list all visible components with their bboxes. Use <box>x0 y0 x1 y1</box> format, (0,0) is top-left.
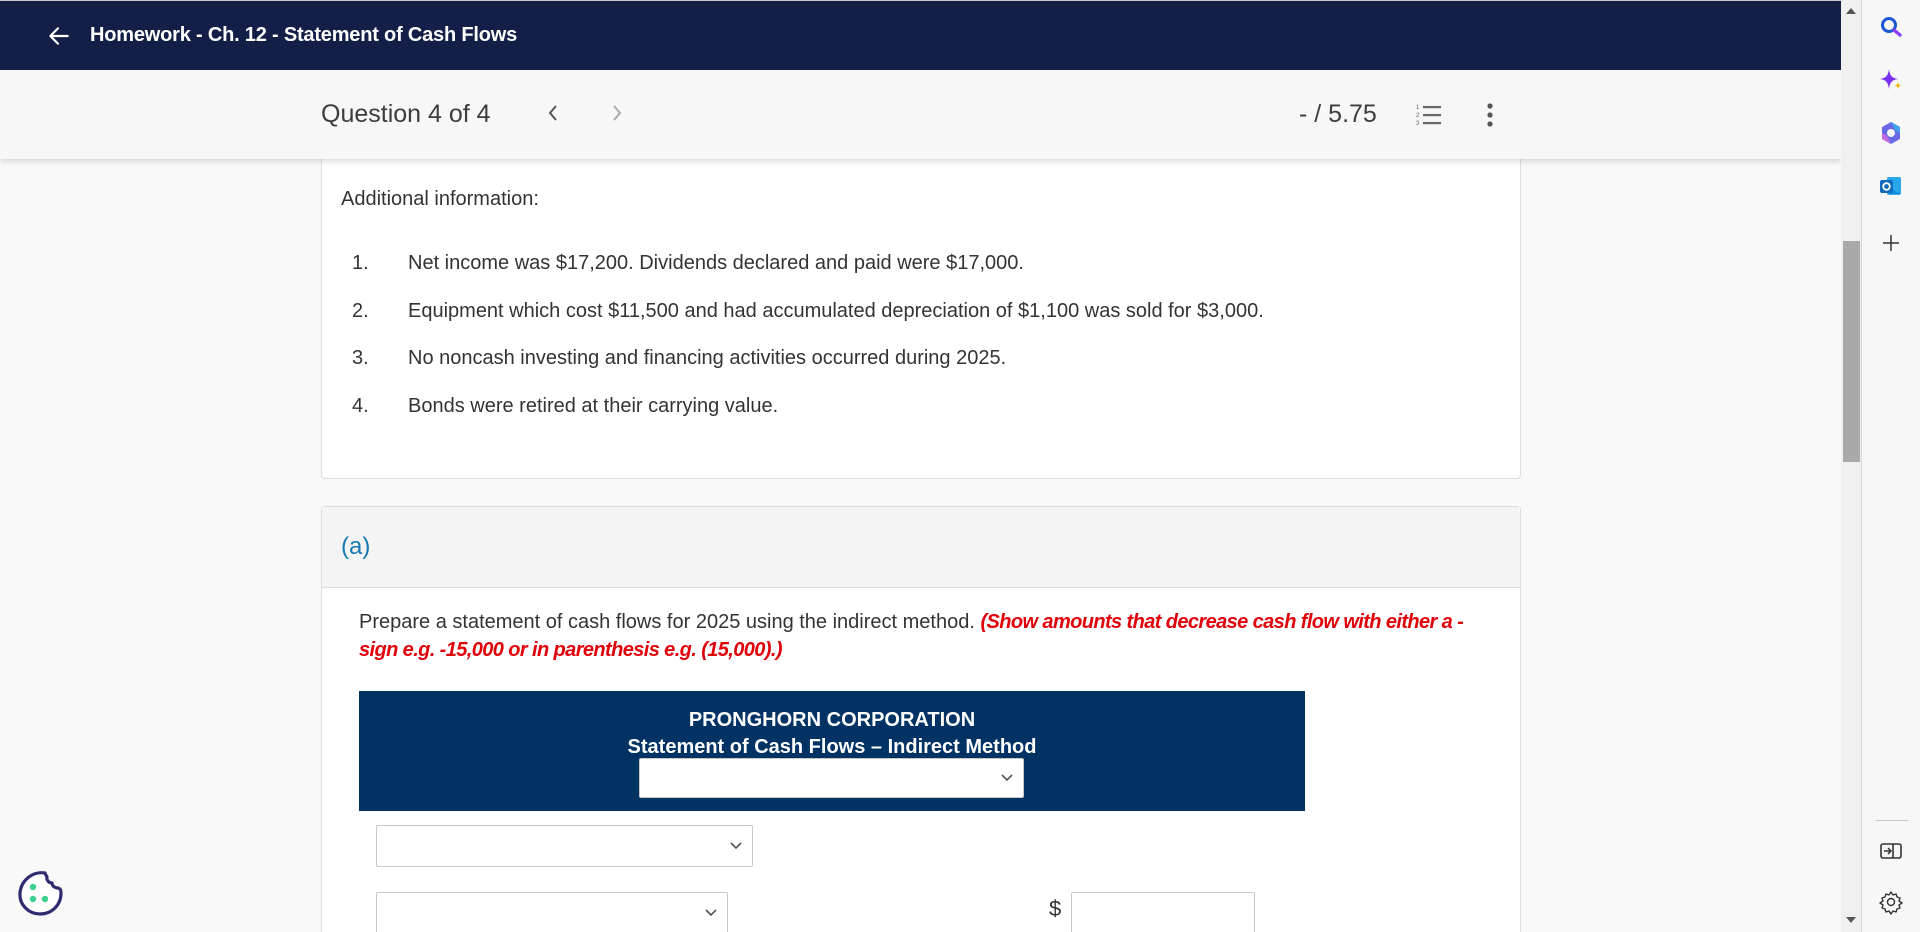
question-counter: Question 4 of 4 <box>321 100 491 128</box>
info-item-number: 2. <box>352 300 369 322</box>
scroll-up-arrow-icon[interactable] <box>1846 8 1856 14</box>
chevron-down-icon <box>705 909 717 917</box>
part-a-instruction: Prepare a statement of cash flows for 20… <box>359 608 1489 664</box>
part-a-header: (a) <box>322 507 1520 588</box>
info-item-text: No noncash investing and financing activ… <box>408 347 1007 369</box>
copilot-icon[interactable] <box>1878 67 1904 93</box>
currency-symbol: $ <box>1049 896 1062 921</box>
question-nav-bar: Question 4 of 4 - / 5.75 1 2 3 <box>0 70 1841 159</box>
scroll-down-arrow-icon[interactable] <box>1846 917 1856 923</box>
line-item-select[interactable] <box>376 892 728 932</box>
section-heading-select[interactable] <box>376 825 753 867</box>
add-icon[interactable] <box>1878 230 1904 256</box>
outlook-icon[interactable] <box>1878 173 1904 199</box>
info-item-text: Equipment which cost $11,500 and had acc… <box>408 300 1264 322</box>
statement-title: Statement of Cash Flows – Indirect Metho… <box>627 736 1037 758</box>
chevron-down-icon <box>1001 774 1013 782</box>
company-name: PRONGHORN CORPORATION <box>688 709 976 731</box>
info-item-number: 3. <box>352 347 369 369</box>
search-icon[interactable] <box>1878 14 1904 40</box>
additional-info-heading: Additional information: <box>341 188 539 210</box>
info-item-number: 1. <box>352 252 369 274</box>
instruction-text: Prepare a statement of cash flows for 20… <box>359 611 975 633</box>
chevron-down-icon <box>730 842 742 850</box>
split-screen-icon[interactable] <box>1878 838 1904 864</box>
assignment-title: Homework - Ch. 12 - Statement of Cash Fl… <box>90 24 518 46</box>
period-select[interactable] <box>639 758 1024 798</box>
part-a-panel: (a) Prepare a statement of cash flows fo… <box>321 506 1521 932</box>
additional-info-panel: Additional information: 1. Net income wa… <box>321 140 1521 479</box>
info-item-number: 4. <box>352 395 369 417</box>
svg-text:1: 1 <box>1416 105 1420 111</box>
top-bar: Homework - Ch. 12 - Statement of Cash Fl… <box>0 0 1841 70</box>
page-scrollbar[interactable] <box>1841 0 1862 932</box>
cookie-icon[interactable] <box>14 866 66 918</box>
arrow-left-icon[interactable] <box>46 23 72 49</box>
scrollbar-thumb[interactable] <box>1843 241 1860 462</box>
chevron-left-icon <box>548 105 557 121</box>
kebab-menu-icon[interactable] <box>1480 101 1500 129</box>
next-question-button[interactable] <box>602 98 632 128</box>
microsoft365-icon[interactable] <box>1878 120 1904 146</box>
info-item-text: Bonds were retired at their carrying val… <box>408 395 779 417</box>
sidebar-divider <box>1876 820 1908 821</box>
chevron-right-icon <box>613 105 622 121</box>
page: Homework - Ch. 12 - Statement of Cash Fl… <box>0 0 1841 932</box>
svg-text:2: 2 <box>1416 113 1420 119</box>
numbered-list-icon[interactable]: 1 2 3 <box>1416 103 1444 127</box>
score-display: - / 5.75 <box>1299 100 1377 128</box>
previous-question-button[interactable] <box>538 98 568 128</box>
browser-sidebar <box>1862 0 1920 932</box>
info-item-text: Net income was $17,200. Dividends declar… <box>408 252 1024 274</box>
part-a-label: (a) <box>341 533 371 560</box>
settings-icon[interactable] <box>1878 889 1904 915</box>
statement-header: PRONGHORN CORPORATION Statement of Cash … <box>359 691 1305 811</box>
svg-text:3: 3 <box>1416 121 1420 127</box>
amount-input[interactable] <box>1071 892 1255 932</box>
